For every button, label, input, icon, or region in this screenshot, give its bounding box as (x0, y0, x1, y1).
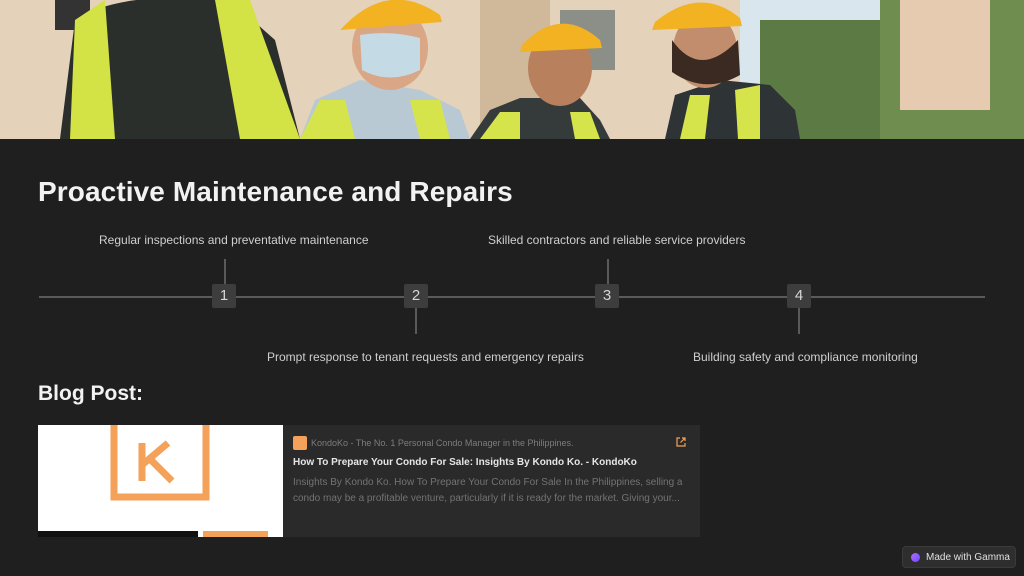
blog-link-card[interactable]: KondoKo - The No. 1 Personal Condo Manag… (38, 425, 700, 537)
badge-label: Made with Gamma (926, 551, 1010, 563)
kondoko-logo (38, 425, 283, 537)
made-with-gamma-badge[interactable]: Made with Gamma (902, 546, 1016, 568)
external-link-icon[interactable] (676, 437, 686, 447)
gamma-logo-icon (911, 552, 920, 562)
timeline-step-1-number: 1 (212, 284, 236, 308)
timeline-step-2-number: 2 (404, 284, 428, 308)
blog-card-source-text: KondoKo - The No. 1 Personal Condo Manag… (311, 438, 574, 448)
blog-card-source: KondoKo - The No. 1 Personal Condo Manag… (293, 435, 688, 451)
timeline-step-3-label: Skilled contractors and reliable service… (488, 233, 746, 247)
timeline-step-2-label: Prompt response to tenant requests and e… (267, 350, 584, 364)
timeline-connector (415, 308, 417, 334)
blog-card-body: KondoKo - The No. 1 Personal Condo Manag… (293, 435, 688, 507)
blog-card-title[interactable]: How To Prepare Your Condo For Sale: Insi… (293, 457, 688, 468)
blog-heading: Blog Post: (38, 382, 143, 405)
timeline-connector (224, 259, 226, 285)
blog-card-description: Insights By Kondo Ko. How To Prepare You… (293, 477, 683, 504)
hero-image (0, 0, 1024, 139)
timeline-step-1-label: Regular inspections and preventative mai… (99, 233, 369, 247)
timeline-step-4-number: 4 (787, 284, 811, 308)
kondoko-logo-thumbnail (38, 425, 283, 537)
timeline-step-4-label: Building safety and compliance monitorin… (693, 350, 918, 364)
timeline-connector (798, 308, 800, 334)
kondoko-favicon-icon (293, 436, 307, 450)
page-title: Proactive Maintenance and Repairs (38, 176, 513, 207)
timeline-connector (607, 259, 609, 285)
timeline-step-3-number: 3 (595, 284, 619, 308)
timeline-line (39, 296, 985, 298)
